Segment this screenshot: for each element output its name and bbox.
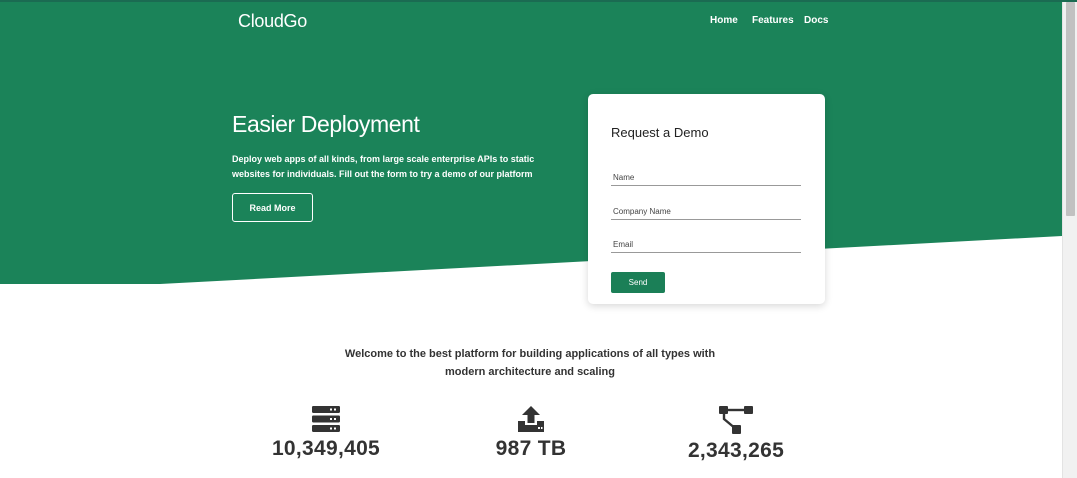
nav-link-home[interactable]: Home	[710, 15, 738, 26]
stat-value: 10,349,405	[271, 437, 381, 460]
name-input[interactable]	[611, 170, 801, 186]
demo-request-card: Request a Demo Send	[588, 94, 825, 304]
nav-link-features[interactable]: Features	[752, 15, 794, 26]
server-icon	[312, 406, 340, 432]
nav-link-docs[interactable]: Docs	[804, 15, 828, 26]
window-top-border	[0, 0, 1077, 2]
upload-icon	[518, 406, 544, 432]
send-button[interactable]: Send	[611, 272, 665, 293]
stat-sites: 2,343,265	[646, 405, 826, 463]
email-input[interactable]	[611, 237, 801, 253]
read-more-button[interactable]: Read More	[232, 193, 313, 222]
scrollbar-thumb[interactable]	[1066, 2, 1075, 216]
vertical-scrollbar[interactable]	[1062, 0, 1077, 478]
stat-value: 987 TB	[495, 437, 567, 460]
sitemap-icon	[719, 406, 753, 434]
brand-logo[interactable]: CloudGo	[238, 11, 307, 32]
stat-servers: 10,349,405	[236, 405, 416, 461]
stat-storage: 987 TB	[441, 405, 621, 461]
hero-description: Deploy web apps of all kinds, from large…	[232, 154, 535, 179]
demo-form-title: Request a Demo	[611, 125, 709, 140]
landing-page: CloudGo Home Features Docs Easier Deploy…	[0, 0, 1062, 478]
company-name-input[interactable]	[611, 204, 801, 220]
welcome-text: Welcome to the best platform for buildin…	[344, 348, 716, 378]
stat-value: 2,343,265	[687, 439, 785, 462]
top-navbar: CloudGo Home Features Docs	[0, 0, 1062, 44]
hero-title: Easier Deployment	[232, 111, 420, 137]
